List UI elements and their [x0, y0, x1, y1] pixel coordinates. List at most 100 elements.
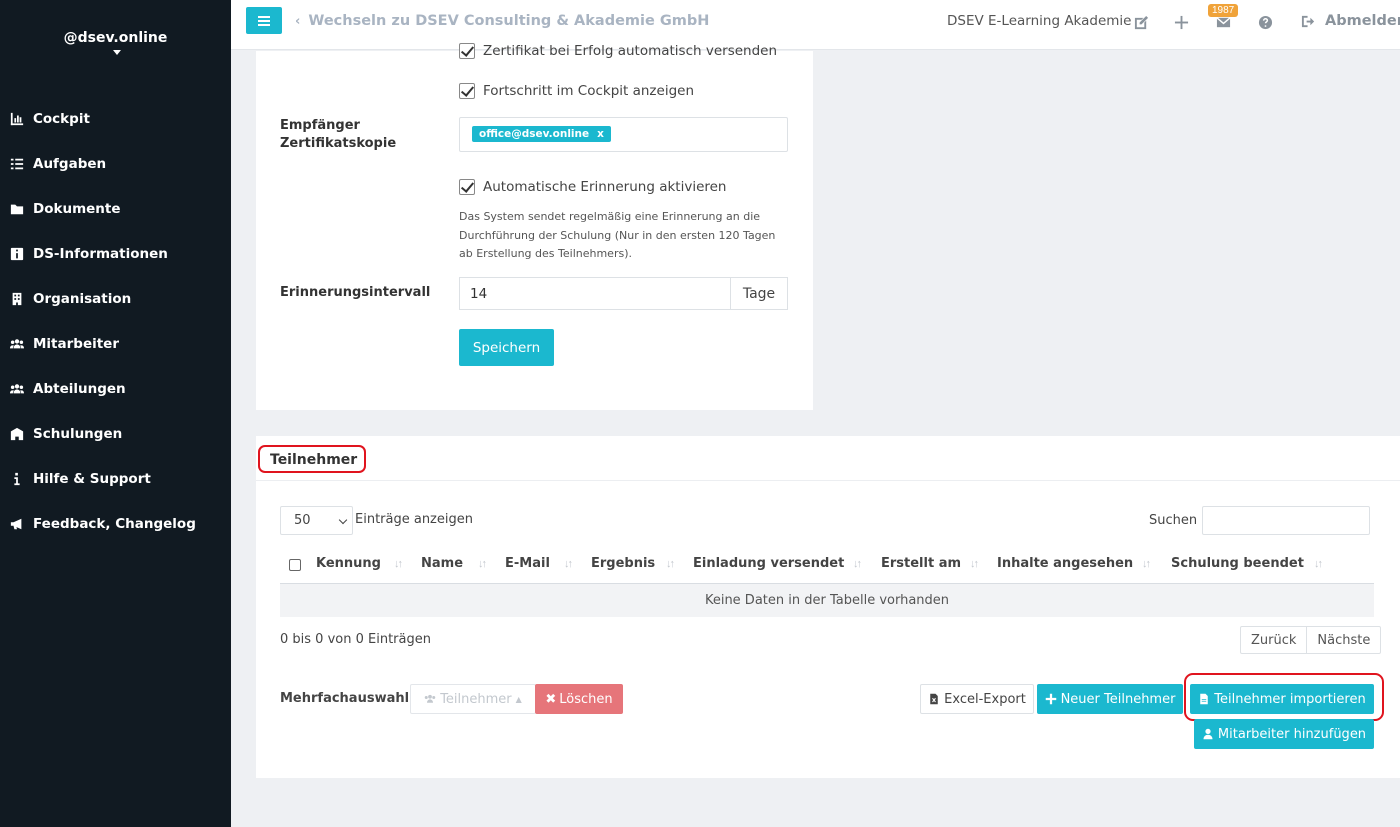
new-participant-button[interactable]: Neuer Teilnehmer: [1037, 684, 1183, 714]
prev-page-button[interactable]: Zurück: [1241, 627, 1306, 653]
file-excel-icon: [930, 693, 938, 705]
brand-name[interactable]: @dsev.online: [0, 30, 231, 46]
column-kennung[interactable]: Kennung: [316, 556, 381, 571]
info-icon: [9, 472, 25, 486]
pagination: Zurück Nächste: [1240, 626, 1382, 654]
participants-card: Teilnehmer 50 Einträge anzeigen Suchen K…: [256, 436, 1400, 778]
list-icon: [9, 157, 25, 171]
empty-table-row: Keine Daten in der Tabelle vorhanden: [280, 584, 1374, 617]
reminder-checkbox[interactable]: [459, 179, 475, 195]
page-length-label: Einträge anzeigen: [355, 512, 473, 527]
users-icon: [9, 337, 25, 351]
interval-unit: Tage: [730, 277, 788, 310]
column-inhalte[interactable]: Inhalte angesehen: [997, 556, 1133, 571]
switch-organization-label: Wechseln zu DSEV Consulting & Akademie G…: [308, 13, 710, 29]
page-length-select[interactable]: 50: [280, 506, 353, 535]
sort-icon[interactable]: ↓↑: [1314, 558, 1323, 570]
column-einladung[interactable]: Einladung versendet: [693, 556, 844, 571]
close-icon: ✖: [545, 691, 557, 707]
interval-input[interactable]: 14: [459, 277, 731, 310]
cert-send-option[interactable]: Zertifikat bei Erfolg automatisch versen…: [459, 43, 777, 59]
users-icon: [9, 382, 25, 396]
organization-name[interactable]: DSEV E-Learning Akademie: [947, 13, 1132, 29]
school-icon: [9, 427, 25, 441]
chevron-down-icon: [338, 515, 348, 525]
column-name[interactable]: Name: [421, 556, 463, 571]
sidebar-item-feedback[interactable]: Feedback, Changelog: [0, 501, 231, 546]
plus-icon[interactable]: [1172, 13, 1190, 31]
sidebar-item-organisation[interactable]: Organisation: [0, 276, 231, 321]
sort-icon[interactable]: ↓↑: [394, 558, 403, 570]
sort-icon[interactable]: ↓↑: [970, 558, 979, 570]
sidebar-item-label: Organisation: [33, 290, 132, 307]
cert-copy-input[interactable]: office@dsev.online x: [459, 117, 788, 152]
progress-checkbox[interactable]: [459, 83, 475, 99]
select-all-checkbox[interactable]: [289, 559, 301, 571]
plus-icon: [1045, 693, 1056, 705]
reminder-help-text: Das System sendet regelmäßig eine Erinne…: [459, 210, 776, 260]
logout-label: Abmelden: [1325, 13, 1400, 29]
bulk-select-label: Mehrfachauswahl:: [280, 691, 415, 706]
cert-copy-label-line2: Zertifikatskopie: [280, 136, 397, 151]
save-button[interactable]: Speichern: [459, 329, 554, 366]
cert-copy-label-line1: Empfänger: [280, 118, 360, 133]
notification-badge[interactable]: 1987: [1208, 4, 1239, 17]
sidebar-item-label: Hilfe & Support: [33, 470, 151, 487]
column-erstellt[interactable]: Erstellt am: [881, 556, 961, 571]
sidebar-item-mitarbeiter[interactable]: Mitarbeiter: [0, 321, 231, 366]
search-input[interactable]: [1202, 506, 1370, 535]
excel-export-button[interactable]: Excel-Export: [920, 684, 1034, 714]
next-page-button[interactable]: Nächste: [1306, 627, 1380, 653]
column-email[interactable]: E-Mail: [505, 556, 550, 571]
sort-icon[interactable]: ↓↑: [478, 558, 487, 570]
column-ergebnis[interactable]: Ergebnis: [591, 556, 655, 571]
sort-icon[interactable]: ↓↑: [564, 558, 573, 570]
topbar: ‹ Wechseln zu DSEV Consulting & Akademie …: [231, 0, 1400, 50]
sidebar-item-label: Cockpit: [33, 110, 90, 127]
email-tag: office@dsev.online x: [472, 126, 611, 142]
sidebar-item-cockpit[interactable]: Cockpit: [0, 96, 231, 141]
sidebar-item-abteilungen[interactable]: Abteilungen: [0, 366, 231, 411]
caret-down-icon[interactable]: [113, 50, 121, 55]
sidebar-item-dokumente[interactable]: Dokumente: [0, 186, 231, 231]
sidebar-item-hilfe-support[interactable]: Hilfe & Support: [0, 456, 231, 501]
page-length-value: 50: [294, 513, 311, 528]
email-tag-label: office@dsev.online: [479, 128, 590, 140]
sidebar-item-label: Schulungen: [33, 425, 123, 442]
reminder-option[interactable]: Automatische Erinnerung aktivieren: [459, 179, 727, 195]
sidebar-item-aufgaben[interactable]: Aufgaben: [0, 141, 231, 186]
hamburger-icon: [258, 15, 270, 26]
highlight-annotation: [1184, 673, 1384, 721]
table-info: 0 bis 0 von 0 Einträgen: [280, 632, 431, 647]
switch-organization-link[interactable]: ‹ Wechseln zu DSEV Consulting & Akademie …: [295, 13, 709, 29]
sidebar-item-schulungen[interactable]: Schulungen: [0, 411, 231, 456]
user-icon: [1203, 728, 1213, 740]
caret-up-icon: ▲: [515, 694, 522, 704]
progress-option[interactable]: Fortschritt im Cockpit anzeigen: [459, 83, 694, 99]
sidebar-item-label: Mitarbeiter: [33, 335, 119, 352]
sidebar-item-ds-informationen[interactable]: DS-Informationen: [0, 231, 231, 276]
settings-card: Zertifikat bei Erfolg automatisch versen…: [256, 43, 813, 410]
sort-icon[interactable]: ↓↑: [853, 558, 862, 570]
sidebar: @dsev.online Cockpit Aufgaben Dokumente …: [0, 0, 231, 827]
edit-icon[interactable]: [1132, 13, 1150, 31]
excel-export-label: Excel-Export: [944, 691, 1026, 707]
tag-remove-button[interactable]: x: [597, 128, 604, 140]
help-icon[interactable]: [1256, 13, 1274, 31]
add-employees-button[interactable]: Mitarbeiter hinzufügen: [1194, 719, 1374, 749]
sort-icon[interactable]: ↓↑: [666, 558, 675, 570]
add-employees-label: Mitarbeiter hinzufügen: [1217, 726, 1367, 742]
logout-button[interactable]: Abmelden: [1301, 13, 1400, 29]
sidebar-item-label: Abteilungen: [33, 380, 126, 397]
cert-send-checkbox[interactable]: [459, 43, 475, 59]
sidebar-nav: Cockpit Aufgaben Dokumente DS-Informatio…: [0, 96, 231, 546]
column-beendet[interactable]: Schulung beendet: [1171, 556, 1304, 571]
bulk-participants-label: Teilnehmer: [440, 691, 512, 707]
folder-icon: [9, 202, 25, 216]
bulk-delete-button[interactable]: ✖ Löschen: [535, 684, 623, 714]
sort-icon[interactable]: ↓↑: [1142, 558, 1151, 570]
menu-toggle-button[interactable]: [246, 7, 282, 34]
bulk-participants-button[interactable]: Teilnehmer ▲: [410, 684, 536, 714]
new-participant-label: Neuer Teilnehmer: [1060, 691, 1176, 707]
users-icon: [424, 694, 436, 703]
